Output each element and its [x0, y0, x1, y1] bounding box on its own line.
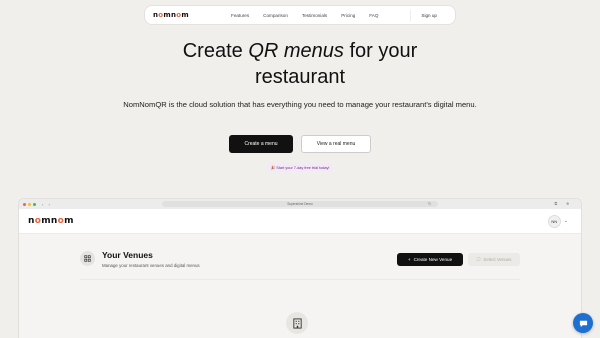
app-logo: nomnom — [28, 216, 74, 226]
signup-button[interactable]: Sign up — [410, 9, 447, 21]
select-venues-label: Select Venues — [483, 257, 512, 262]
reload-icon: ↻ — [428, 201, 432, 206]
trial-row: 🎉 Start your 7-day free trial today! — [0, 163, 600, 172]
nav-links: Features Comparison Testimonials Pricing… — [231, 13, 392, 18]
cta-row: Create a menu View a real menu — [0, 135, 600, 153]
nav-link-testimonials[interactable]: Testimonials — [302, 13, 327, 18]
maximize-dot-icon — [33, 202, 36, 206]
close-dot-icon — [23, 202, 26, 206]
avatar: NN — [547, 214, 561, 228]
create-venue-label: Create New Venue — [413, 257, 453, 262]
grid-icon-svg — [84, 255, 91, 262]
building-icon-svg — [292, 317, 302, 329]
top-navbar: nomnom Features Comparison Testimonials … — [144, 5, 456, 25]
browser-mockup: ‹ › Supershine Demo ↻ ⧉ ⊕ nomnom NN ⌄ Yo… — [19, 199, 581, 338]
checkbox-icon: ☐ — [476, 256, 481, 262]
divider — [80, 279, 520, 280]
chat-icon[interactable] — [573, 313, 593, 333]
create-venue-button[interactable]: + Create New Venue — [397, 253, 463, 266]
nav-link-features[interactable]: Features — [231, 13, 249, 18]
nav-logo[interactable]: nomnom — [153, 11, 189, 19]
grid-icon — [80, 251, 95, 266]
url-bar: Supershine Demo — [162, 201, 438, 207]
hero-title-em: QR menus — [248, 40, 344, 62]
app-body: Your Venues Manage your restaurant venue… — [19, 234, 581, 338]
chat-icon-svg — [579, 320, 587, 327]
back-forward-icon: ‹ › — [42, 201, 52, 207]
create-menu-button[interactable]: Create a menu — [229, 135, 293, 153]
app-header: nomnom NN ⌄ — [19, 209, 581, 234]
share-tabs-icon: ⧉ ⊕ — [554, 201, 573, 206]
hero-subtitle: NomNomQR is the cloud solution that has … — [123, 100, 477, 109]
nav-link-pricing[interactable]: Pricing — [341, 13, 355, 18]
select-venues-button[interactable]: ☐ Select Venues — [468, 253, 520, 266]
hero-title-post: for your — [343, 40, 418, 62]
hero-title: Create QR menus for your restaurant — [0, 38, 600, 90]
nav-link-faq[interactable]: FAQ — [369, 13, 378, 18]
view-menu-button[interactable]: View a real menu — [301, 135, 371, 153]
nav-link-comparison[interactable]: Comparison — [263, 13, 288, 18]
venues-title: Your Venues — [102, 250, 153, 260]
building-icon — [286, 312, 308, 334]
hero-title-pre: Create — [182, 40, 249, 62]
chevron-down-icon: ⌄ — [563, 218, 568, 224]
hero-title-line2: restaurant — [254, 66, 346, 88]
minimize-dot-icon — [28, 202, 31, 206]
trial-badge[interactable]: 🎉 Start your 7-day free trial today! — [266, 163, 334, 172]
plus-icon: + — [407, 257, 411, 262]
browser-chrome: ‹ › Supershine Demo ↻ ⧉ ⊕ — [19, 199, 581, 209]
venues-subtitle: Manage your restaurant venues and digita… — [102, 263, 200, 268]
